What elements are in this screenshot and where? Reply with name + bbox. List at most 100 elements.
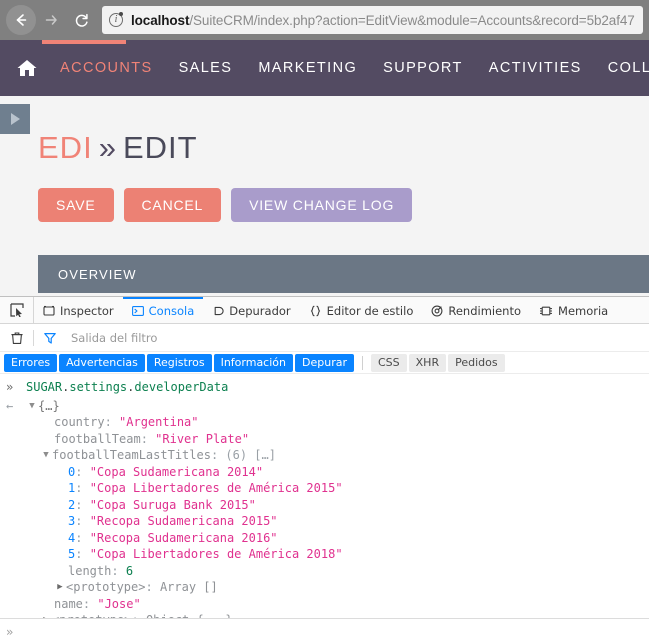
- browser-window: i localhost/SuiteCRM/index.php?action=Ed…: [0, 0, 649, 644]
- value-length: 6: [125, 563, 134, 578]
- tree-row-titles-array[interactable]: ▼ footballTeamLastTitles: (6) […]: [0, 447, 649, 464]
- performance-icon: [431, 305, 443, 317]
- twisty-open-icon[interactable]: ▼: [40, 447, 52, 464]
- console-output: » SUGAR.settings.developerData ← ▼ {…} c…: [0, 374, 649, 618]
- breadcrumb: EDI» EDIT: [38, 96, 649, 166]
- tab-console[interactable]: Consola: [122, 297, 204, 323]
- command-prop-2: developerData: [134, 380, 229, 394]
- nav-item-support[interactable]: SUPPORT: [383, 60, 463, 76]
- key-index-2: 2: [68, 497, 76, 512]
- key-football-team: footballTeam: [54, 431, 141, 446]
- chip-css[interactable]: CSS: [370, 353, 407, 372]
- console-prompt-row[interactable]: »: [0, 618, 649, 644]
- console-command: SUGAR.settings.developerData: [26, 380, 229, 394]
- url-bar[interactable]: i localhost/SuiteCRM/index.php?action=Ed…: [102, 6, 643, 34]
- tree-row-array-prototype[interactable]: ▶ <prototype>: Array []: [0, 579, 649, 596]
- tab-inspector[interactable]: Inspector: [34, 297, 123, 323]
- tab-performance-label: Rendimiento: [448, 304, 522, 318]
- home-icon[interactable]: [14, 58, 40, 78]
- breadcrumb-separator: »: [98, 130, 117, 165]
- url-path: /SuiteCRM/index.php?action=EditView&modu…: [189, 12, 635, 28]
- tab-console-label: Consola: [148, 304, 195, 318]
- key-country: country: [54, 415, 105, 429]
- funnel-icon[interactable]: [37, 327, 63, 349]
- twisty-open-icon[interactable]: ▼: [26, 398, 38, 415]
- key-index-3: 3: [68, 514, 76, 528]
- tab-debugger[interactable]: Depurador: [203, 297, 299, 323]
- key-index-5: 5: [68, 547, 76, 561]
- chip-advertencias[interactable]: Advertencias: [59, 353, 145, 372]
- key-index-4: 4: [68, 530, 76, 545]
- value-football-team: "River Plate": [155, 431, 250, 446]
- reload-button[interactable]: [66, 5, 96, 35]
- output-chevron-icon: ←: [6, 398, 14, 413]
- value-array-prototype: Array []: [159, 580, 218, 594]
- module-header-area: EDI» EDIT SAVE CANCEL VIEW CHANGE LOG: [0, 96, 649, 222]
- value-index-4: "Recopa Sudamericana 2016": [89, 530, 278, 545]
- tab-memory[interactable]: Memoria: [530, 297, 617, 323]
- console-icon: [131, 305, 144, 317]
- inspector-icon: [43, 305, 55, 317]
- devtools-tabbar: Inspector Consola Depurador Editor de es…: [0, 297, 649, 324]
- console-result-root[interactable]: ← ▼ {…}: [0, 398, 649, 415]
- forward-button[interactable]: [36, 5, 66, 35]
- url-text: localhost/SuiteCRM/index.php?action=Edit…: [131, 13, 635, 28]
- play-triangle-icon: [10, 113, 20, 125]
- tree-row-title-0: 0: "Copa Sudamericana 2014": [68, 464, 264, 479]
- value-index-0: "Copa Sudamericana 2014": [89, 464, 264, 479]
- toolbar-divider: [33, 329, 34, 346]
- value-name: "Jose": [97, 596, 141, 611]
- back-button[interactable]: [6, 5, 36, 35]
- command-root: SUGAR: [26, 380, 63, 394]
- chip-informacion[interactable]: Información: [213, 353, 293, 372]
- tree-row-title-2: 2: "Copa Suruga Bank 2015": [68, 497, 256, 512]
- crm-main-nav: ACCOUNTS SALES MARKETING SUPPORT ACTIVIT…: [0, 40, 649, 96]
- key-name: name: [54, 596, 83, 611]
- chip-errores[interactable]: Errores: [4, 353, 58, 372]
- nav-item-sales[interactable]: SALES: [179, 60, 233, 76]
- value-index-3: "Recopa Sudamericana 2015": [89, 514, 278, 528]
- cancel-button[interactable]: CANCEL: [123, 188, 222, 222]
- tree-row-title-4: 4: "Recopa Sudamericana 2016": [68, 530, 278, 545]
- chip-depurar[interactable]: Depurar: [295, 353, 354, 372]
- chip-pedidos[interactable]: Pedidos: [448, 353, 505, 372]
- chip-registros[interactable]: Registros: [146, 353, 212, 372]
- trash-icon[interactable]: [4, 327, 30, 349]
- value-index-5: "Copa Libertadores de América 2018": [89, 547, 343, 561]
- memory-icon: [539, 305, 553, 317]
- twisty-closed-icon[interactable]: ▶: [54, 579, 66, 596]
- breadcrumb-module[interactable]: EDI: [38, 130, 93, 165]
- filter-input[interactable]: [63, 330, 649, 345]
- nav-item-accounts[interactable]: ACCOUNTS: [60, 60, 153, 76]
- devtools-filter-toolbar: [0, 324, 649, 352]
- chip-xhr[interactable]: XHR: [408, 353, 447, 372]
- tab-performance[interactable]: Rendimiento: [422, 297, 530, 323]
- chip-divider: [361, 355, 363, 370]
- nav-item-marketing[interactable]: MARKETING: [258, 60, 357, 76]
- console-input-row: » SUGAR.settings.developerData: [0, 378, 649, 398]
- input-chevron-icon: »: [6, 380, 14, 394]
- command-prop-1: settings: [69, 380, 128, 394]
- tree-row-title-1: 1: "Copa Libertadores de América 2015": [68, 481, 343, 495]
- tab-debugger-label: Depurador: [229, 304, 291, 318]
- key-length: length: [68, 563, 112, 578]
- sidebar-toggle-button[interactable]: [0, 104, 30, 134]
- tab-style-editor[interactable]: Editor de estilo: [300, 297, 423, 323]
- value-last-titles: (6) […]: [225, 448, 276, 462]
- view-change-log-button[interactable]: VIEW CHANGE LOG: [231, 188, 413, 222]
- key-index-1: 1: [68, 481, 76, 495]
- tab-overview[interactable]: OVERVIEW: [38, 267, 137, 282]
- info-icon[interactable]: i: [109, 12, 123, 27]
- record-action-buttons: SAVE CANCEL VIEW CHANGE LOG: [38, 188, 649, 222]
- nav-item-activities[interactable]: ACTIVITIES: [489, 60, 582, 76]
- browser-toolbar: i localhost/SuiteCRM/index.php?action=Ed…: [0, 0, 649, 40]
- prompt-chevron-icon: »: [6, 624, 14, 639]
- save-button[interactable]: SAVE: [38, 188, 114, 222]
- detail-tabstrip: OVERVIEW: [38, 255, 649, 293]
- tree-row-football-team: footballTeam: "River Plate": [54, 431, 250, 446]
- nav-item-collaboration[interactable]: COLLABORAT: [608, 60, 649, 76]
- result-root-label: {…}: [38, 398, 60, 413]
- tree-row-title-5: 5: "Copa Libertadores de América 2018": [68, 547, 343, 561]
- element-picker-icon[interactable]: [0, 297, 34, 323]
- key-array-prototype: <prototype>: [66, 580, 146, 594]
